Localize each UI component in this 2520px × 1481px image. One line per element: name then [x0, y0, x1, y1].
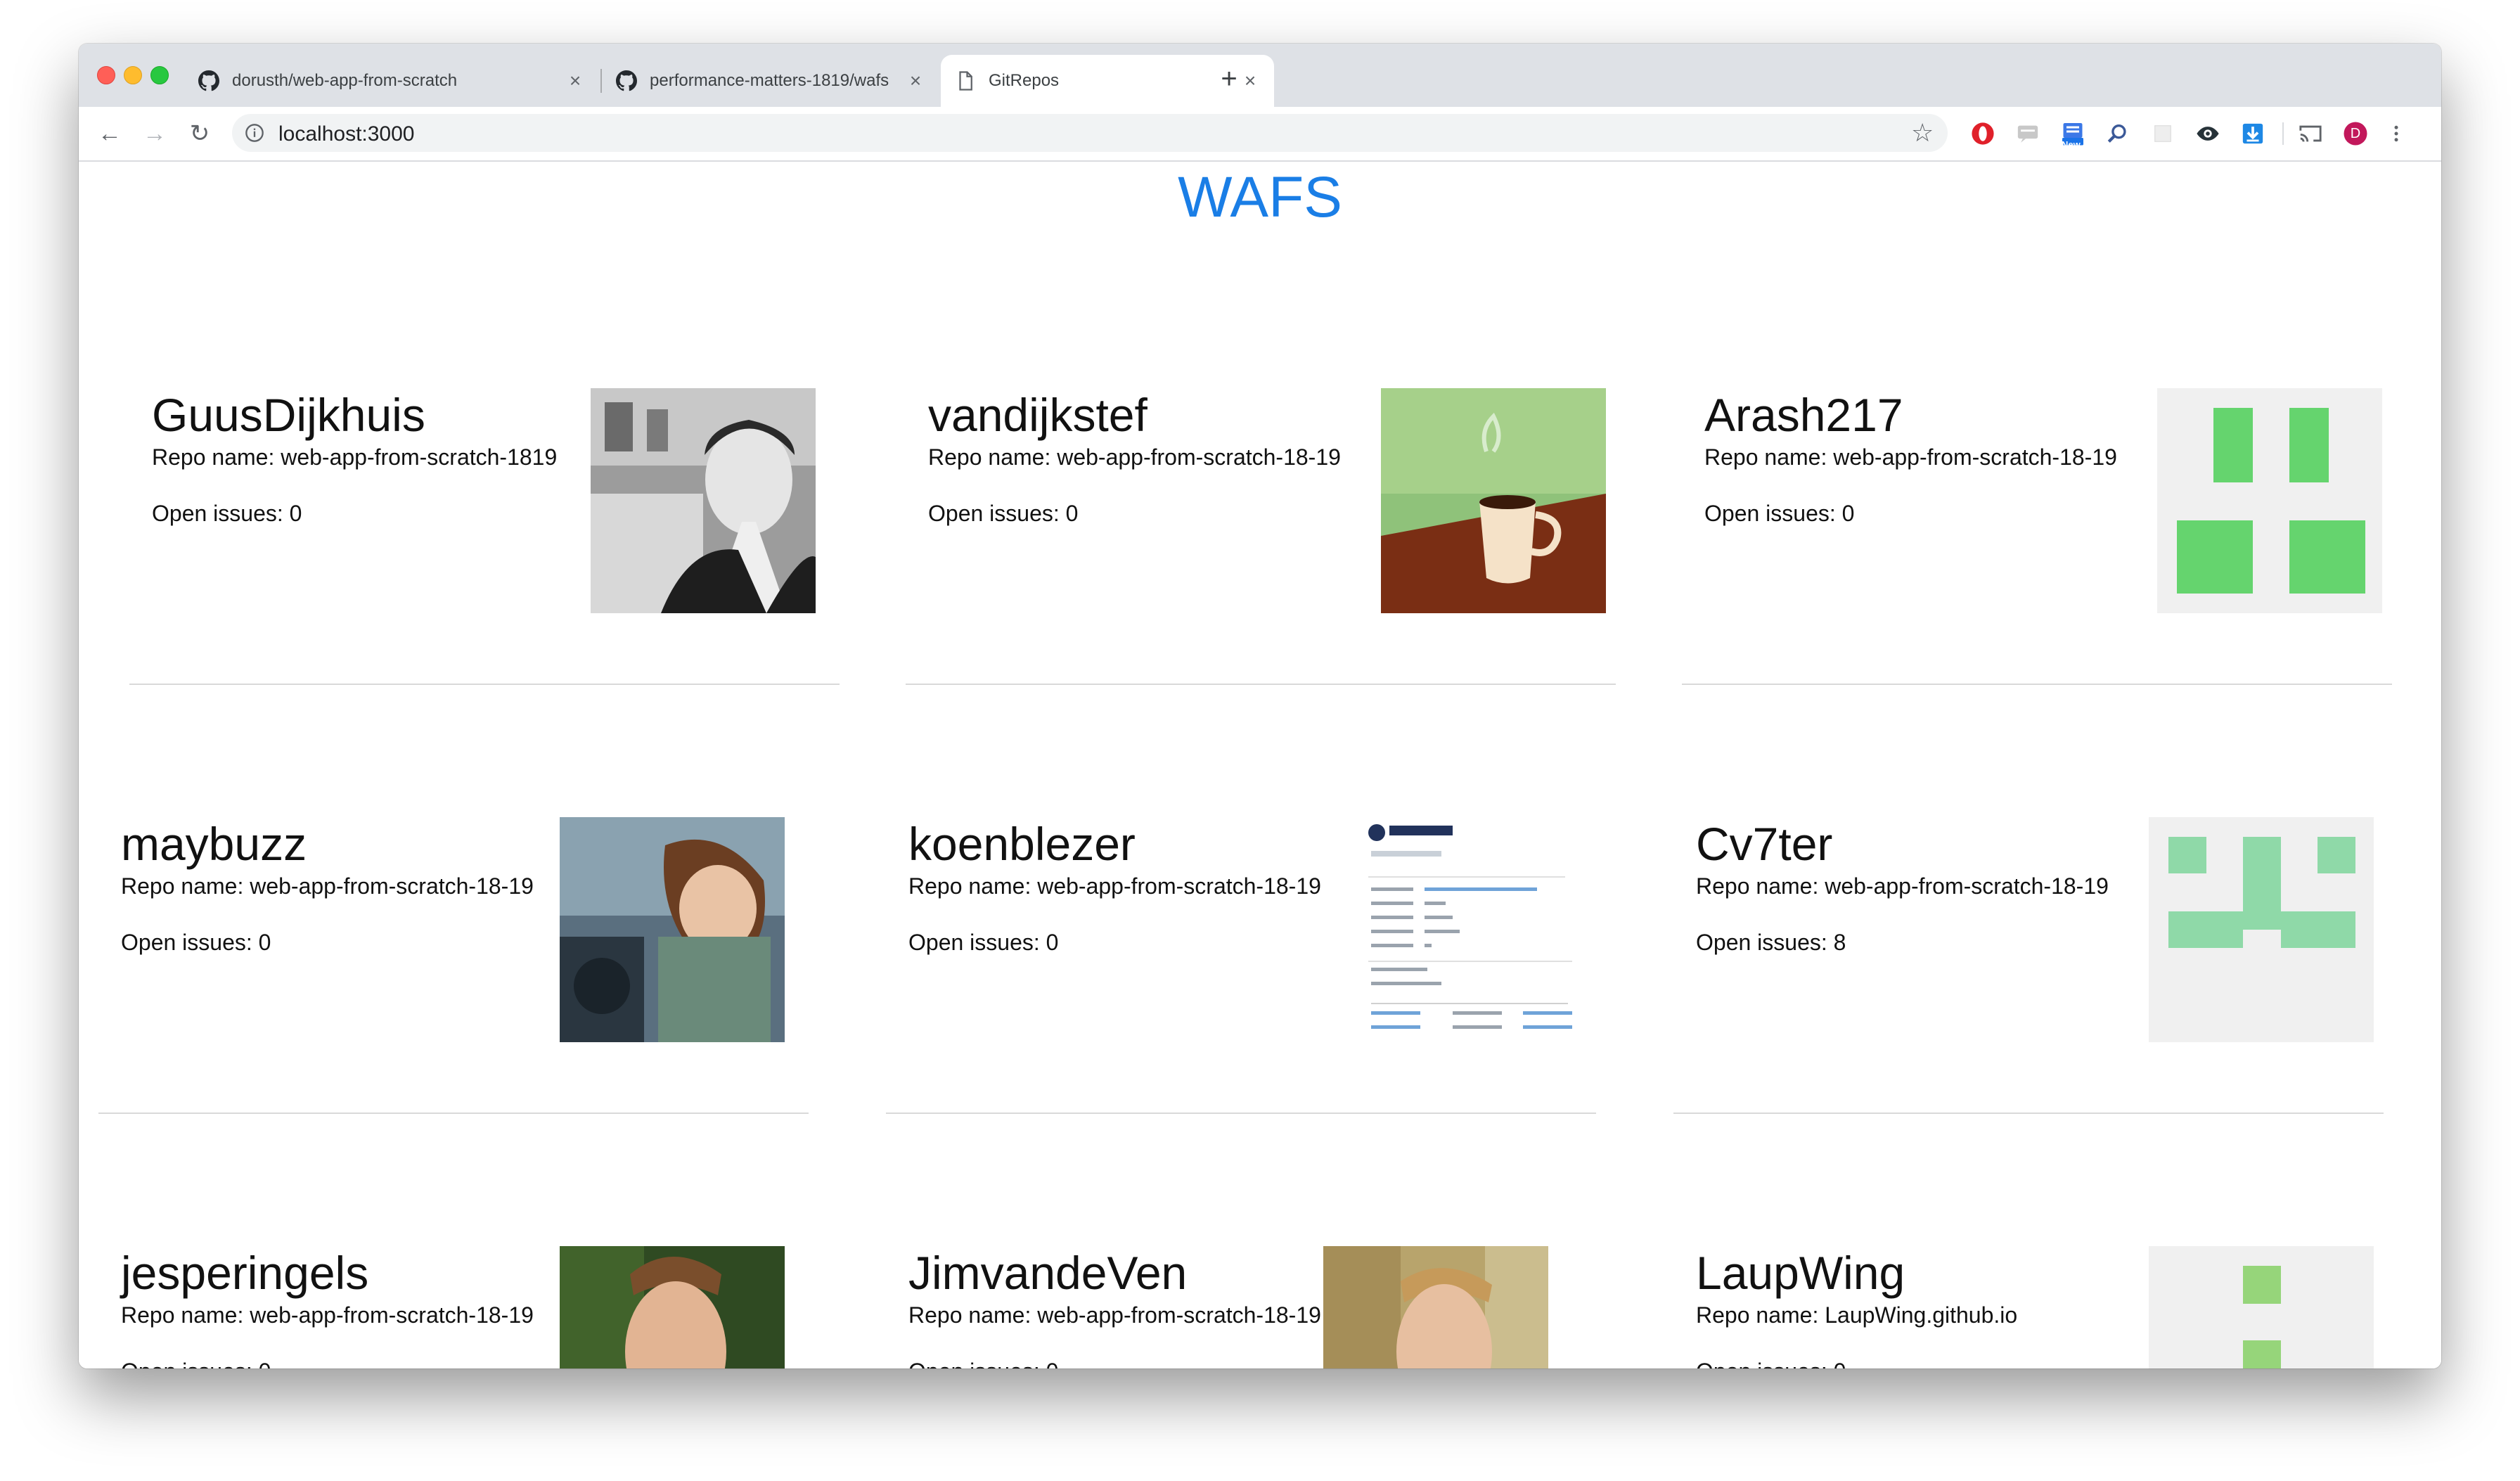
- tab-bar: dorusth/web-app-from-scratch × performan…: [79, 44, 2441, 107]
- blank-icon[interactable]: [2150, 121, 2175, 146]
- reload-button[interactable]: ↻: [183, 117, 217, 150]
- info-icon[interactable]: [245, 123, 264, 143]
- address-bar[interactable]: localhost:3000 ☆: [232, 114, 1948, 152]
- profile-initial: D: [2350, 126, 2361, 141]
- identicon-avatar: [2149, 817, 2374, 1042]
- tab-dorusth[interactable]: dorusth/web-app-from-scratch ×: [184, 55, 599, 107]
- page-title: WAFS: [1178, 165, 1342, 229]
- identicon-avatar: [2149, 1246, 2374, 1368]
- avatar: [1361, 817, 1586, 1042]
- repo-name: Repo name: LaupWing.github.io: [1696, 1302, 2018, 1328]
- repo-card[interactable]: Cv7ter Repo name: web-app-from-scratch-1…: [1673, 817, 2384, 1114]
- eye-icon[interactable]: [2195, 121, 2220, 146]
- repo-name: Repo name: web-app-from-scratch-18-19: [121, 873, 534, 899]
- open-issues: Open issues: 0: [152, 501, 302, 526]
- user-name: jesperingels: [121, 1247, 369, 1299]
- avatar: [1381, 388, 1606, 613]
- repo-name: Repo name: web-app-from-scratch-18-19: [908, 1302, 1321, 1328]
- user-name: Cv7ter: [1696, 818, 1833, 870]
- repo-name: Repo name: web-app-from-scratch-18-19: [1704, 444, 2117, 470]
- repo-card[interactable]: JimvandeVen Repo name: web-app-from-scra…: [886, 1246, 1596, 1368]
- profile-avatar[interactable]: D: [2343, 121, 2368, 146]
- open-issues: Open issues: 8: [1696, 930, 1846, 955]
- close-window-button[interactable]: [97, 66, 115, 84]
- minimize-window-button[interactable]: [124, 66, 142, 84]
- bookmark-star-icon[interactable]: ☆: [1911, 117, 1934, 149]
- avatar: [560, 817, 785, 1042]
- repo-name: Repo name: web-app-from-scratch-18-19: [908, 873, 1321, 899]
- identicon-avatar: [2157, 388, 2382, 613]
- github-icon: [616, 70, 637, 91]
- open-issues: Open issues: 0: [121, 930, 271, 955]
- cast-icon[interactable]: [2298, 121, 2323, 146]
- menu-icon[interactable]: [2384, 121, 2409, 146]
- repo-name: Repo name: web-app-from-scratch-18-19: [1696, 873, 2109, 899]
- new-badge: New: [2062, 139, 2081, 150]
- open-issues: Open issues: 0: [908, 930, 1059, 955]
- repo-name: Repo name: web-app-from-scratch-18-19: [121, 1302, 534, 1328]
- user-name: Arash217: [1704, 389, 1903, 441]
- avatar: [591, 388, 816, 613]
- new-tab-button[interactable]: +: [1214, 63, 1245, 94]
- user-name: koenblezer: [908, 818, 1136, 870]
- repo-name: Repo name: web-app-from-scratch-1819: [152, 444, 558, 470]
- browser-toolbar: ← → ↻ localhost:3000 ☆ New D: [79, 107, 2441, 162]
- user-name: LaupWing: [1696, 1247, 1905, 1299]
- repo-card[interactable]: vandijkstef Repo name: web-app-from-scra…: [906, 388, 1616, 685]
- tab-title: performance-matters-1819/wafs: [650, 71, 889, 90]
- open-issues: Open issues: 0: [121, 1359, 271, 1368]
- repo-card[interactable]: koenblezer Repo name: web-app-from-scrat…: [886, 817, 1596, 1114]
- maximize-window-button[interactable]: [150, 66, 169, 84]
- repo-card[interactable]: maybuzz Repo name: web-app-from-scratch-…: [98, 817, 809, 1114]
- open-issues: Open issues: 0: [1704, 501, 1855, 526]
- news-icon[interactable]: New: [2060, 121, 2085, 150]
- tab-close-button[interactable]: ×: [906, 70, 925, 92]
- chat-icon[interactable]: [2015, 121, 2040, 146]
- repo-name: Repo name: web-app-from-scratch-18-19: [928, 444, 1341, 470]
- repo-card[interactable]: jesperingels Repo name: web-app-from-scr…: [98, 1246, 809, 1368]
- opera-icon[interactable]: [1970, 121, 1995, 146]
- github-icon: [198, 70, 219, 91]
- download-icon[interactable]: [2240, 121, 2265, 146]
- url-text[interactable]: localhost:3000: [278, 122, 414, 146]
- user-name: JimvandeVen: [908, 1247, 1188, 1299]
- open-issues: Open issues: 0: [1696, 1359, 1846, 1368]
- tab-close-button[interactable]: ×: [565, 70, 585, 92]
- toolbar-divider: [2282, 122, 2284, 145]
- browser-window: dorusth/web-app-from-scratch × performan…: [79, 44, 2441, 1368]
- repo-card[interactable]: GuusDijkhuis Repo name: web-app-from-scr…: [129, 388, 840, 685]
- open-issues: Open issues: 0: [928, 501, 1079, 526]
- user-name: vandijkstef: [928, 389, 1148, 441]
- open-issues: Open issues: 0: [908, 1359, 1058, 1368]
- page-content: WAFS GuusDijkhuis Repo name: web-app-fro…: [79, 162, 2441, 1368]
- user-name: maybuzz: [121, 818, 307, 870]
- tab-performance-matters[interactable]: performance-matters-1819/wafs ×: [602, 55, 939, 107]
- zoom-icon[interactable]: [2105, 121, 2130, 146]
- forward-button[interactable]: →: [138, 117, 172, 150]
- back-button[interactable]: ←: [93, 117, 127, 150]
- repo-card[interactable]: Arash217 Repo name: web-app-from-scratch…: [1682, 388, 2392, 685]
- avatar: [1323, 1246, 1548, 1368]
- tab-title: dorusth/web-app-from-scratch: [232, 71, 458, 90]
- avatar: [560, 1246, 785, 1368]
- tab-title: GitRepos: [989, 71, 1060, 90]
- repo-card[interactable]: LaupWing Repo name: LaupWing.github.io O…: [1673, 1246, 2384, 1368]
- document-icon: [955, 70, 976, 91]
- user-name: GuusDijkhuis: [152, 389, 425, 441]
